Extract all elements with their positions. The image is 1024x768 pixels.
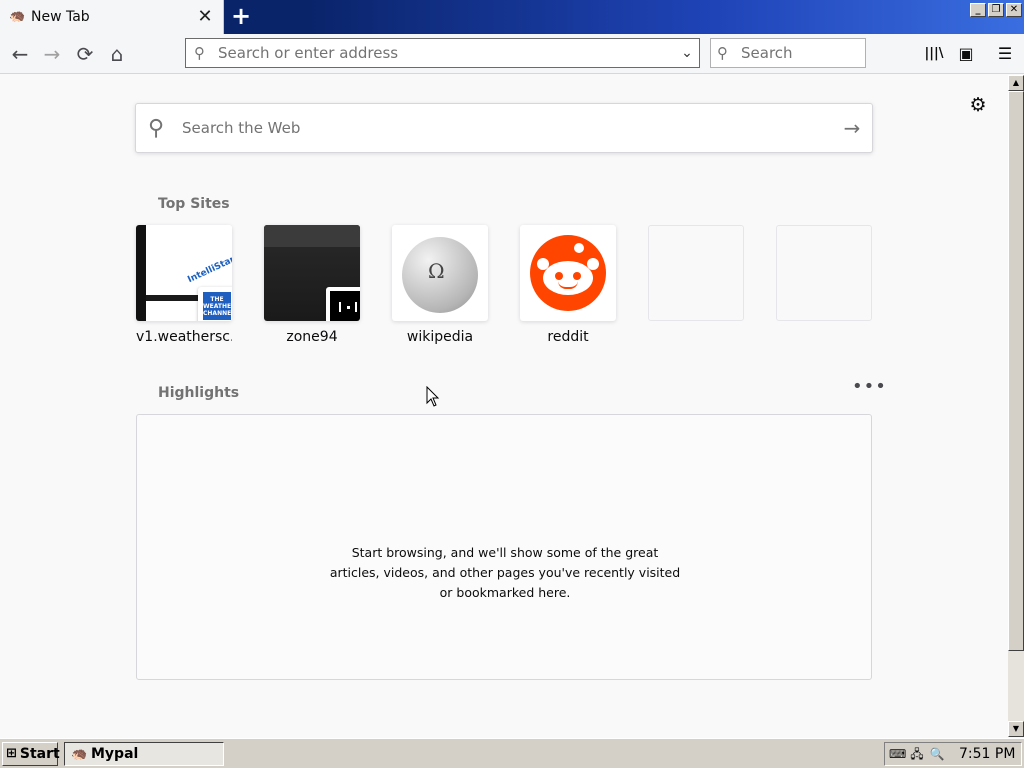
search-icon: ⚲	[717, 44, 728, 62]
web-search-box[interactable]: ⚲ →	[135, 103, 873, 153]
sidebar-icon[interactable]: ▣	[954, 42, 978, 66]
highlights-empty-message: Start browsing, and we'll show some of t…	[329, 545, 681, 600]
top-site-zone94[interactable]: zone94	[264, 225, 360, 345]
search-icon: ⚲	[148, 115, 165, 141]
new-tab-button[interactable]: +	[228, 4, 254, 30]
web-search-input[interactable]	[182, 119, 832, 137]
reload-button[interactable]: ⟳	[71, 40, 99, 68]
site-thumbnail	[520, 225, 616, 321]
search-icon: ⚲	[194, 44, 205, 62]
minimize-button[interactable]: _	[970, 3, 986, 17]
scroll-up-icon[interactable]: ▲	[1008, 75, 1024, 91]
taskbar-item-label: Mypal	[91, 746, 139, 762]
arrow-right-icon[interactable]: →	[832, 116, 872, 140]
intellistar-logo: IntelliStar	[186, 254, 232, 286]
top-sites-grid: IntelliStar THE WEATHER CHANNEL v1.weath…	[136, 225, 876, 350]
tab-close-icon[interactable]: ✕	[195, 7, 215, 27]
clock[interactable]: 7:51 PM	[959, 746, 1015, 762]
vertical-scrollbar[interactable]: ▲ ▼	[1008, 75, 1024, 737]
start-button[interactable]: ⊞ Start	[2, 742, 60, 766]
new-tab-page: ⚙ ⚲ → Top Sites IntelliStar THE WEATHER …	[0, 75, 1008, 737]
keyboard-icon[interactable]: ⌨	[889, 746, 906, 762]
taskbar-item-mypal[interactable]: 🦔 Mypal	[64, 742, 224, 766]
empty-site-slot	[648, 225, 744, 321]
security-icon[interactable]: 🔍	[929, 746, 945, 762]
search-input[interactable]	[741, 44, 865, 62]
wikipedia-globe-icon: Ω	[402, 237, 478, 313]
address-input[interactable]	[218, 44, 675, 62]
pong-icon	[326, 287, 360, 321]
system-tray: ⌨ 🖧 🔍 7:51 PM	[884, 742, 1022, 766]
mouse-cursor-icon	[426, 386, 440, 407]
top-site-reddit[interactable]: reddit	[520, 225, 616, 345]
tab-new-tab[interactable]: 🦔 New Tab ✕	[0, 0, 224, 34]
top-site-empty	[776, 225, 872, 329]
address-bar[interactable]: ⚲ ⌄	[185, 38, 700, 68]
site-label: wikipedia	[406, 329, 474, 345]
top-site-empty	[648, 225, 744, 329]
network-icon[interactable]: 🖧	[909, 746, 925, 762]
forward-button[interactable]: →	[38, 40, 66, 68]
site-label: zone94	[286, 329, 338, 345]
scrollbar-thumb[interactable]	[1008, 91, 1024, 651]
more-options-icon[interactable]: •••	[852, 378, 886, 400]
highlights-empty-state: Start browsing, and we'll show some of t…	[136, 414, 872, 680]
top-sites-title: Top Sites	[158, 196, 230, 212]
chevron-down-icon[interactable]: ⌄	[675, 45, 699, 61]
highlights-title: Highlights	[158, 385, 240, 401]
top-site-weather[interactable]: IntelliStar THE WEATHER CHANNEL v1.weath…	[136, 225, 232, 345]
windows-logo-icon: ⊞	[6, 746, 17, 761]
library-icon[interactable]: |||\	[922, 42, 946, 66]
site-label: v1.weathersc...	[136, 329, 232, 345]
tab-title: New Tab	[31, 9, 90, 25]
navigation-toolbar: ← → ⟳ ⌂ ⚲ ⌄ ⚲ |||\ ▣ ☰	[0, 34, 1024, 74]
close-window-button[interactable]: ✕	[1006, 3, 1022, 17]
search-bar[interactable]: ⚲	[710, 38, 866, 68]
site-thumbnail	[264, 225, 360, 321]
site-thumbnail: Ω	[392, 225, 488, 321]
window-controls: _ ❐ ✕	[970, 3, 1022, 17]
back-button[interactable]: ←	[6, 40, 34, 68]
empty-site-slot	[776, 225, 872, 321]
site-label: reddit	[547, 329, 589, 345]
taskbar: ⊞ Start 🦔 Mypal ⌨ 🖧 🔍 7:51 PM	[0, 738, 1024, 768]
home-button[interactable]: ⌂	[103, 40, 131, 68]
tab-strip: 🦔 New Tab ✕ + _ ❐ ✕	[0, 0, 1024, 34]
weather-channel-icon: THE WEATHER CHANNEL	[198, 287, 232, 321]
reddit-icon	[530, 235, 606, 311]
top-site-wikipedia[interactable]: Ω wikipedia	[392, 225, 488, 345]
scroll-down-icon[interactable]: ▼	[1008, 721, 1024, 737]
restore-button[interactable]: ❐	[988, 3, 1004, 17]
mypal-icon: 🦔	[9, 9, 26, 24]
menu-icon[interactable]: ☰	[993, 42, 1017, 66]
start-label: Start	[19, 746, 60, 762]
gear-icon[interactable]: ⚙	[966, 93, 990, 117]
site-thumbnail: IntelliStar THE WEATHER CHANNEL	[136, 225, 232, 321]
mypal-icon: 🦔	[71, 746, 88, 762]
